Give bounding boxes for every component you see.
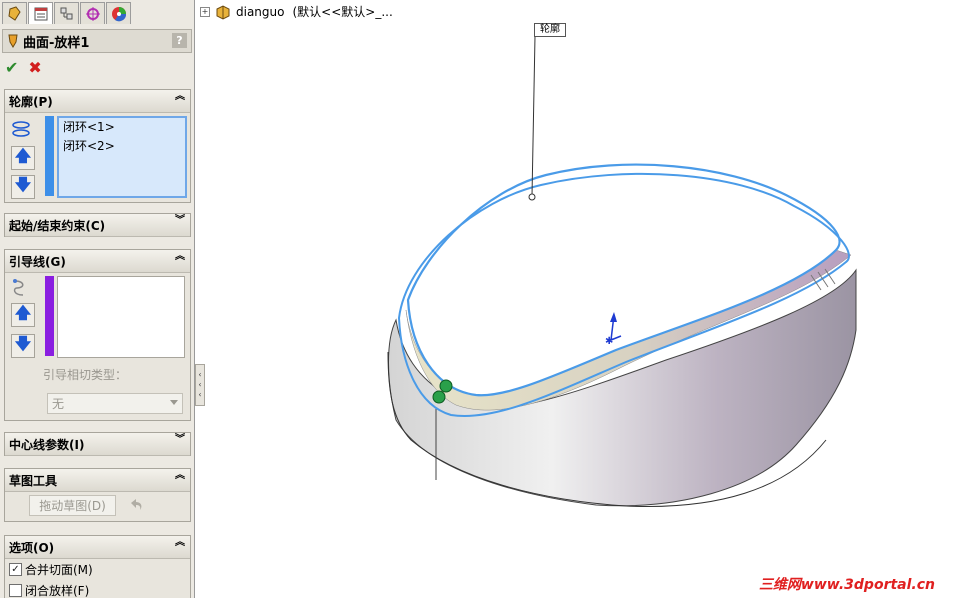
merge-faces-checkbox[interactable]: ✓	[9, 563, 22, 576]
configuration-manager-tab[interactable]	[54, 2, 79, 24]
centerline-group-header[interactable]: 中心线参数(I) ︾	[5, 433, 190, 456]
guide-curves-list[interactable]	[57, 276, 185, 358]
manager-tabs	[2, 2, 132, 24]
undo-icon[interactable]	[127, 497, 145, 513]
cancel-button[interactable]: ✖	[28, 58, 41, 77]
property-manager-tab[interactable]	[28, 2, 53, 24]
feature-title: 曲面-放样1	[23, 35, 90, 51]
collapse-icon: ︽	[175, 537, 185, 548]
profile-color-bar	[45, 116, 54, 196]
profiles-list[interactable]: 闭环<1> 闭环<2>	[57, 116, 187, 198]
merge-faces-option[interactable]: ✓ 合并切面(M)	[5, 559, 190, 580]
expand-icon: ︾	[175, 215, 185, 226]
close-loft-label: 闭合放样(F)	[25, 584, 90, 598]
collapse-icon: ︽	[175, 251, 185, 262]
dimxpert-tab[interactable]	[80, 2, 105, 24]
tangency-type-label: 引导相切类型：	[43, 368, 128, 382]
display-manager-tab[interactable]	[106, 2, 131, 24]
watermark: 三维网www.3dportal.cn	[758, 577, 935, 593]
options-group-title: 选项(O)	[9, 540, 55, 555]
move-up-button[interactable]: 🡅	[11, 303, 35, 327]
centerline-group-title: 中心线参数(I)	[9, 437, 85, 452]
move-down-button[interactable]: 🡇	[11, 175, 35, 199]
callout-leader	[531, 35, 536, 197]
ok-cancel-row: ✔ ✖	[5, 58, 42, 77]
guide-curves-group-title: 引导线(G)	[9, 254, 66, 269]
merge-faces-label: 合并切面(M)	[25, 563, 93, 577]
ok-button[interactable]: ✔	[5, 58, 18, 77]
collapse-icon: ︽	[175, 470, 185, 481]
drag-sketch-button[interactable]: 拖动草图(D)	[29, 495, 116, 516]
display-manager-icon	[111, 6, 126, 21]
profile-callout[interactable]: 轮廓	[534, 23, 566, 37]
guide-curves-group: 引导线(G) ︽ 🡅 🡇 引导相切类型： 无	[4, 249, 191, 421]
guide-curves-group-header[interactable]: 引导线(G) ︽	[5, 250, 190, 273]
list-item[interactable]: 闭环<2>	[59, 137, 185, 156]
feature-title-bar: 曲面-放样1 ?	[2, 29, 192, 53]
feature-manager-tab[interactable]	[2, 2, 27, 24]
graphics-viewport[interactable]: ✱	[196, 0, 957, 598]
connector-handle[interactable]	[439, 379, 453, 393]
chevron-down-icon	[170, 400, 178, 405]
tangency-type-select[interactable]: 无	[47, 393, 183, 414]
collapse-icon: ︽	[175, 91, 185, 102]
close-loft-checkbox[interactable]	[9, 584, 22, 597]
configuration-manager-icon	[60, 7, 72, 19]
options-group: 选项(O) ︽ ✓ 合并切面(M) 闭合放样(F)	[4, 535, 191, 598]
sketch-tools-group-header[interactable]: 草图工具 ︽	[5, 469, 190, 492]
profiles-group-title: 轮廓(P)	[9, 94, 53, 109]
start-end-group-title: 起始/结束约束(C)	[9, 218, 106, 233]
start-end-constraints-group: 起始/结束约束(C) ︾	[4, 213, 191, 237]
sketch-tools-group: 草图工具 ︽ 拖动草图(D)	[4, 468, 191, 522]
property-manager-panel: 曲面-放样1 ? ✔ ✖ 轮廓(P) ︽ 🡅 🡇 闭环<1> 闭环<2> 起始/…	[0, 0, 195, 598]
callout-anchor	[528, 193, 536, 201]
property-manager-icon	[34, 7, 47, 20]
dimxpert-icon	[85, 6, 100, 21]
profiles-group: 轮廓(P) ︽ 🡅 🡇 闭环<1> 闭环<2>	[4, 89, 191, 203]
tangency-type-value: 无	[52, 397, 65, 411]
connector-handle[interactable]	[432, 390, 446, 404]
feature-manager-icon	[7, 5, 21, 21]
guide-color-bar	[45, 276, 54, 356]
help-button[interactable]: ?	[172, 33, 187, 48]
centerline-parameters-group: 中心线参数(I) ︾	[4, 432, 191, 456]
svg-text:✱: ✱	[605, 336, 613, 347]
start-end-group-header[interactable]: 起始/结束约束(C) ︾	[5, 214, 190, 237]
close-loft-option[interactable]: 闭合放样(F)	[5, 580, 190, 598]
expand-icon: ︾	[175, 434, 185, 445]
profile-icon	[12, 121, 30, 137]
loft-surface-icon	[8, 34, 18, 48]
list-item[interactable]: 闭环<1>	[59, 118, 185, 137]
profiles-group-header[interactable]: 轮廓(P) ︽	[5, 90, 190, 113]
move-down-button[interactable]: 🡇	[11, 334, 35, 358]
sketch-tools-group-title: 草图工具	[9, 473, 58, 488]
move-up-button[interactable]: 🡅	[11, 146, 35, 170]
options-group-header[interactable]: 选项(O) ︽	[5, 536, 190, 559]
guide-curve-icon	[13, 279, 24, 296]
